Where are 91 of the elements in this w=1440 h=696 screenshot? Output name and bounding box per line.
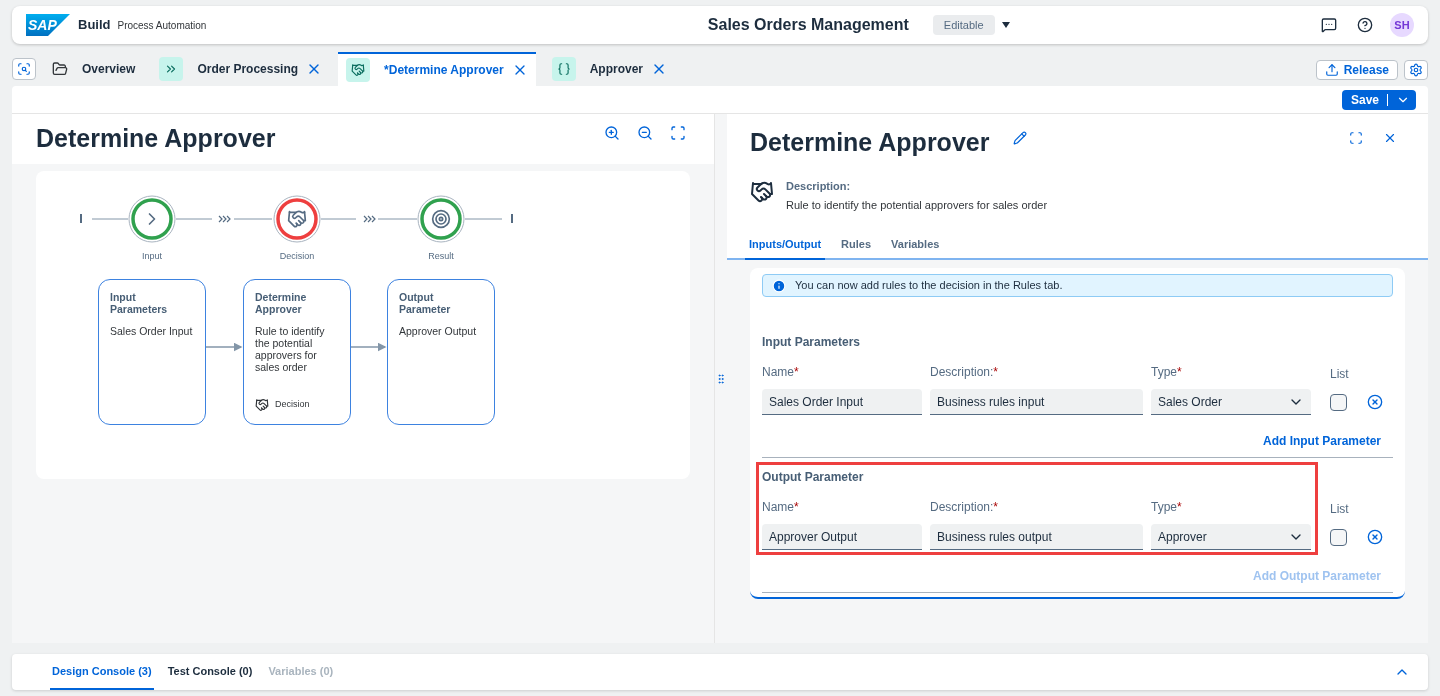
card-text: Approver Output bbox=[399, 325, 478, 337]
folder-icon bbox=[52, 61, 68, 77]
detail-tab[interactable]: Rules bbox=[837, 235, 876, 258]
list-label: List bbox=[1330, 366, 1350, 383]
handshake-icon bbox=[255, 398, 269, 412]
settings-icon bbox=[1409, 63, 1423, 77]
list-checkbox[interactable] bbox=[1330, 528, 1347, 546]
description-label: Description: bbox=[786, 178, 852, 194]
connector-arrow bbox=[349, 342, 387, 352]
zoom-out-icon[interactable] bbox=[637, 125, 653, 141]
braces-icon bbox=[551, 57, 576, 81]
console-tab[interactable]: Test Console (0) bbox=[165, 654, 255, 690]
name-field[interactable]: Approver Output bbox=[762, 524, 922, 550]
detail-tab[interactable]: Variables bbox=[887, 235, 944, 258]
card-type-label: Decision bbox=[275, 398, 310, 412]
description-text: Rule to identify the potential approvers for sales order bbox=[786, 198, 1048, 213]
tab-label: Approver bbox=[589, 61, 644, 78]
connector-arrow bbox=[205, 342, 243, 352]
product-subtitle: Process Automation bbox=[117, 18, 207, 33]
name-field[interactable]: Sales Order Input bbox=[762, 389, 922, 415]
handshake-icon bbox=[287, 209, 307, 229]
handshake-icon bbox=[750, 179, 774, 204]
section-title: Input Parameters bbox=[762, 334, 862, 351]
field-label: Name* bbox=[762, 365, 799, 379]
end-marker bbox=[511, 214, 513, 223]
section-title: Output Parameter bbox=[762, 469, 865, 486]
list-label: List bbox=[1330, 501, 1350, 518]
diagram-card[interactable]: Output Parameter Approver Output bbox=[387, 279, 495, 425]
document-tab[interactable]: Order Processing bbox=[151, 52, 331, 86]
fit-icon[interactable] bbox=[670, 125, 686, 141]
handshake-icon bbox=[346, 58, 371, 82]
list-checkbox[interactable] bbox=[1330, 393, 1347, 411]
sap-logo: SAP bbox=[26, 14, 70, 36]
description-field[interactable]: Business rules output bbox=[930, 524, 1143, 550]
target-icon bbox=[431, 209, 451, 229]
fullscreen-icon[interactable] bbox=[1349, 130, 1363, 145]
info-icon bbox=[772, 278, 786, 293]
remove-icon[interactable] bbox=[1367, 529, 1383, 545]
settings-button[interactable] bbox=[1404, 60, 1428, 80]
canvas-title: Determine Approver bbox=[36, 123, 276, 155]
save-button[interactable]: Save bbox=[1341, 89, 1416, 110]
tab-label: *Determine Approver bbox=[384, 62, 504, 79]
step-node[interactable] bbox=[273, 195, 321, 243]
splitter-handle[interactable] bbox=[715, 372, 727, 385]
caret-icon[interactable] bbox=[1001, 22, 1010, 28]
field-label: Type* bbox=[1151, 365, 1182, 379]
field-label: Description:* bbox=[930, 500, 999, 514]
chevrons-icon bbox=[159, 57, 184, 81]
card-text: Rule to identify the potential approvers for sales order bbox=[255, 325, 326, 373]
remove-icon[interactable] bbox=[1367, 394, 1383, 410]
app-title: Sales Orders Management bbox=[707, 15, 909, 35]
console-tab[interactable]: Design Console (3) bbox=[50, 654, 154, 690]
chevrons-icon bbox=[363, 215, 376, 223]
type-select[interactable]: Approver bbox=[1151, 524, 1311, 550]
details-title: Determine Approver bbox=[750, 127, 990, 158]
tab-label: Overview bbox=[82, 61, 136, 78]
document-tab[interactable]: *Determine Approver bbox=[338, 52, 536, 86]
step-label: Decision bbox=[278, 250, 316, 263]
status-badge: Editable bbox=[932, 14, 995, 36]
search-icon bbox=[17, 62, 31, 76]
tab-label: Order Processing bbox=[197, 61, 299, 78]
card-title: Determine Approver bbox=[255, 291, 308, 315]
search-button[interactable] bbox=[12, 58, 36, 80]
edit-icon[interactable] bbox=[1013, 130, 1028, 145]
chevrons-icon bbox=[218, 215, 231, 223]
start-marker bbox=[80, 214, 82, 223]
field-label: Type* bbox=[1151, 500, 1182, 514]
card-title: Output Parameter bbox=[399, 291, 452, 315]
product-name: Build bbox=[78, 16, 111, 35]
step-node[interactable] bbox=[128, 195, 176, 243]
field-label: Name* bbox=[762, 500, 799, 514]
upload-icon bbox=[1324, 63, 1339, 77]
diagram-card[interactable]: Determine Approver Rule to identify the potential approvers for sales order Decision bbox=[243, 279, 351, 425]
document-tab[interactable]: Overview bbox=[44, 52, 144, 86]
description-field[interactable]: Business rules input bbox=[930, 389, 1143, 415]
zoom-in-icon[interactable] bbox=[604, 125, 620, 141]
step-label: Result bbox=[427, 250, 455, 263]
step-node[interactable] bbox=[417, 195, 465, 243]
document-tab[interactable]: Approver bbox=[543, 52, 676, 86]
step-label: Input bbox=[141, 250, 163, 263]
field-label: Description:* bbox=[930, 365, 999, 379]
card-title: Input Parameters bbox=[110, 291, 169, 315]
chat-icon[interactable] bbox=[1321, 17, 1337, 33]
release-button[interactable]: Release bbox=[1315, 60, 1398, 80]
diagram-card[interactable]: Input Parameters Sales Order Input bbox=[98, 279, 206, 425]
add-link[interactable]: Add Input Parameter bbox=[1262, 432, 1381, 450]
avatar[interactable]: SH bbox=[1390, 13, 1414, 37]
card-text: Sales Order Input bbox=[110, 325, 194, 337]
help-icon[interactable] bbox=[1357, 17, 1373, 33]
type-select[interactable]: Sales Order bbox=[1151, 389, 1311, 415]
info-text: You can now add rules to the decision in the Rules tab. bbox=[795, 278, 1063, 294]
